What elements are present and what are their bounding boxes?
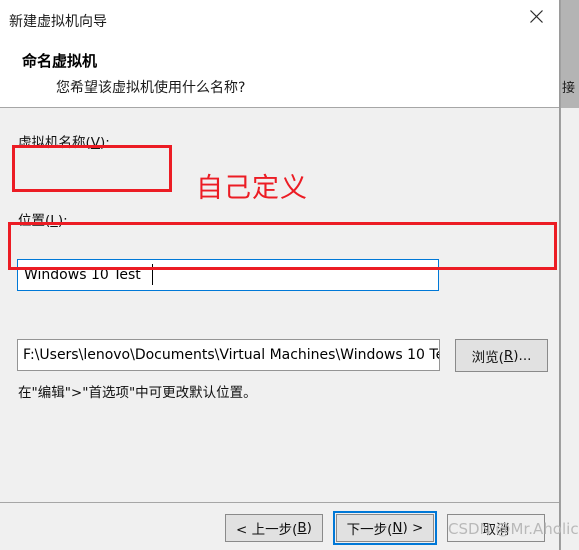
browse-button-suffix: )... xyxy=(513,347,532,364)
next-button-accelerator: N xyxy=(392,520,403,536)
next-button-suffix: ) > xyxy=(402,520,424,536)
title-bar: 新建虚拟机向导 xyxy=(0,0,559,40)
location-hint-text: 在"编辑">"首选项"中可更改默认位置。 xyxy=(18,385,257,401)
next-button-focus-ring[interactable]: 下一步(N) > xyxy=(333,511,437,545)
background-window-titlebar: 接 xyxy=(561,0,579,108)
background-window-strip: 接 xyxy=(560,0,579,550)
close-icon[interactable] xyxy=(513,0,559,32)
back-button-suffix: ) xyxy=(306,520,312,536)
vm-name-input[interactable] xyxy=(17,259,439,291)
page-title: 命名虚拟机 xyxy=(22,52,98,70)
wizard-header: 命名虚拟机 您希望该虚拟机使用什么名称? xyxy=(0,40,559,108)
location-label-suffix: ): xyxy=(57,213,68,229)
back-button-prefix: < 上一步( xyxy=(236,522,298,538)
location-label: 位置(L): xyxy=(18,209,68,229)
new-virtual-machine-wizard-dialog: 新建虚拟机向导 命名虚拟机 您希望该虚拟机使用什么名称? 虚拟机名称(V): 位… xyxy=(0,0,560,550)
vm-name-label-suffix: ): xyxy=(100,135,110,151)
browse-button[interactable]: 浏览(R)... xyxy=(455,339,548,372)
browse-button-prefix: 浏览( xyxy=(471,349,504,366)
next-button-prefix: 下一步( xyxy=(346,522,393,538)
vm-name-label-accelerator: V xyxy=(90,135,101,151)
background-window-partial-text: 接 xyxy=(562,81,576,96)
vm-name-label-prefix: 虚拟机名称( xyxy=(18,135,91,151)
next-button[interactable]: 下一步(N) > xyxy=(336,514,434,542)
wizard-footer: < 上一步(B) 下一步(N) > 取消 xyxy=(0,502,559,550)
location-label-accelerator: L xyxy=(50,213,58,229)
vm-name-label: 虚拟机名称(V): xyxy=(18,131,110,151)
wizard-body: 虚拟机名称(V): 位置(L): 浏览(R)... 在"编辑">"首选项"中可更… xyxy=(0,109,559,502)
page-subtitle: 您希望该虚拟机使用什么名称? xyxy=(56,80,246,96)
location-label-prefix: 位置( xyxy=(18,213,51,229)
browse-button-accelerator: R xyxy=(503,347,514,364)
back-button-accelerator: B xyxy=(297,520,307,536)
back-button[interactable]: < 上一步(B) xyxy=(225,514,323,542)
background-window-body xyxy=(561,108,579,550)
cancel-button[interactable]: 取消 xyxy=(447,514,545,542)
window-title: 新建虚拟机向导 xyxy=(9,14,107,30)
text-caret xyxy=(152,264,153,285)
location-input[interactable] xyxy=(17,339,440,371)
